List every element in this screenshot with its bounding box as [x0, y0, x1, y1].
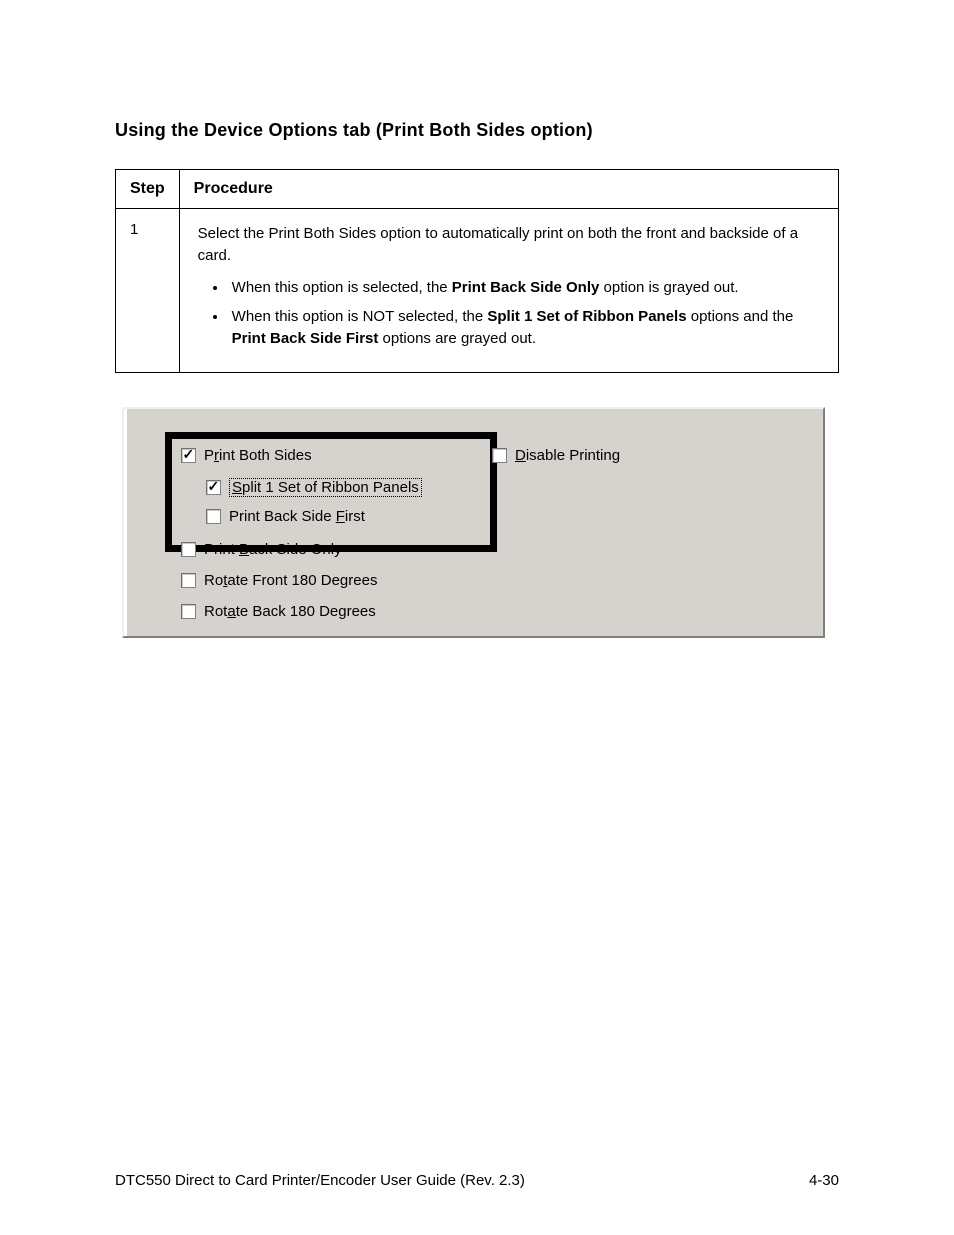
print-back-side-first-checkbox[interactable]: Print Back Side First [206, 508, 365, 525]
checkbox-icon [181, 573, 196, 588]
checkbox-label: Print Both Sides [204, 447, 312, 464]
list-item: When this option is NOT selected, the Sp… [228, 306, 820, 350]
list-item: When this option is selected, the Print … [228, 277, 820, 299]
procedure-lead-text: Select the Print Both Sides option to au… [198, 223, 820, 267]
dialog-screenshot: Print Both Sides Split 1 Set of Ribbon P… [122, 407, 825, 638]
checkbox-icon [181, 448, 196, 463]
checkbox-label: Split 1 Set of Ribbon Panels [229, 478, 422, 497]
checkbox-icon [206, 480, 221, 495]
print-back-side-only-checkbox[interactable]: Print Back Side Only [181, 541, 342, 558]
rotate-back-180-checkbox[interactable]: Rotate Back 180 Degrees [181, 603, 376, 620]
print-both-sides-checkbox[interactable]: Print Both Sides [181, 447, 312, 464]
checkbox-label: Rotate Front 180 Degrees [204, 572, 377, 589]
procedure-bullets: When this option is selected, the Print … [198, 277, 820, 350]
column-header-step: Step [116, 170, 180, 209]
split-ribbon-panels-checkbox[interactable]: Split 1 Set of Ribbon Panels [206, 478, 422, 497]
disable-printing-checkbox[interactable]: Disable Printing [492, 447, 620, 464]
table-row: 1 Select the Print Both Sides option to … [116, 209, 839, 373]
checkbox-icon [181, 542, 196, 557]
section-title: Using the Device Options tab (Print Both… [115, 120, 839, 141]
checkbox-label: Print Back Side First [229, 508, 365, 525]
page-footer: DTC550 Direct to Card Printer/Encoder Us… [115, 1172, 839, 1189]
checkbox-icon [492, 448, 507, 463]
checkbox-label: Rotate Back 180 Degrees [204, 603, 376, 620]
checkbox-icon [181, 604, 196, 619]
column-header-procedure: Procedure [179, 170, 838, 209]
step-number-cell: 1 [116, 209, 180, 373]
checkbox-label: Disable Printing [515, 447, 620, 464]
document-page: Using the Device Options tab (Print Both… [0, 0, 954, 1235]
footer-page-number: 4-30 [809, 1172, 839, 1189]
rotate-front-180-checkbox[interactable]: Rotate Front 180 Degrees [181, 572, 377, 589]
checkbox-icon [206, 509, 221, 524]
checkbox-label: Print Back Side Only [204, 541, 342, 558]
procedure-table: Step Procedure 1 Select the Print Both S… [115, 169, 839, 373]
procedure-cell: Select the Print Both Sides option to au… [179, 209, 838, 373]
footer-doc-title: DTC550 Direct to Card Printer/Encoder Us… [115, 1172, 525, 1189]
